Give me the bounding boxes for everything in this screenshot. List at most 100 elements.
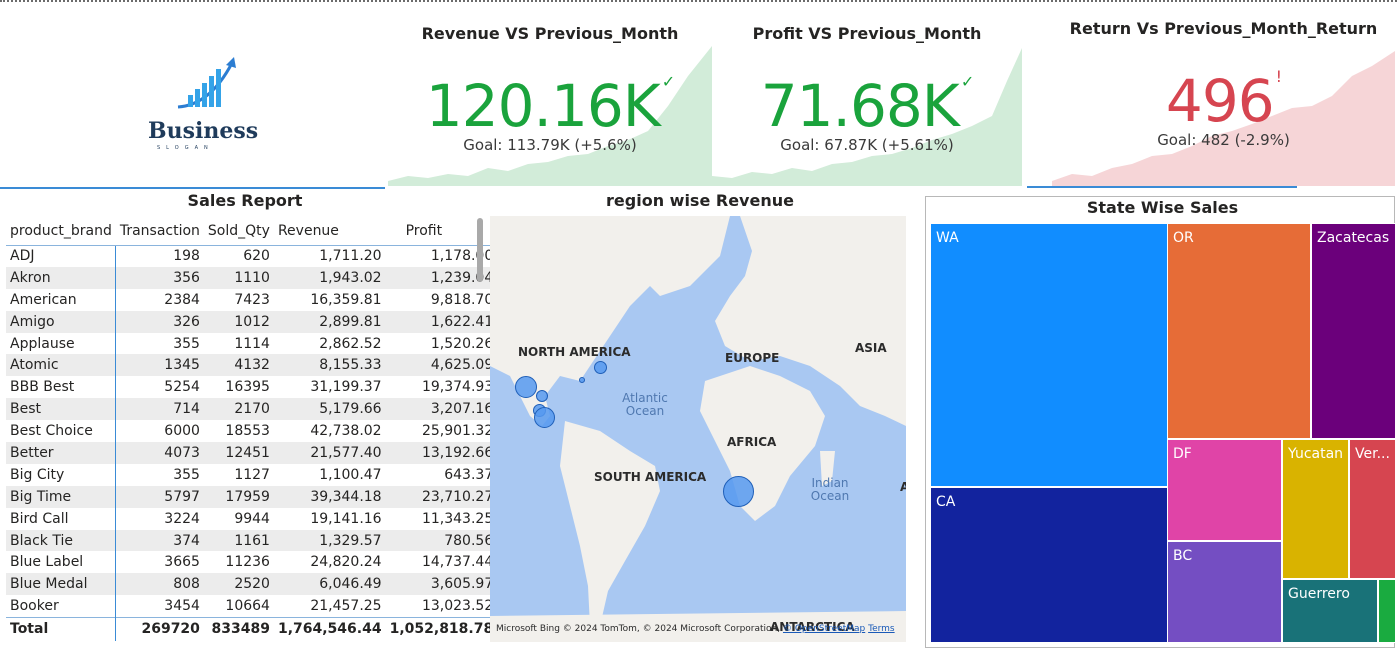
table-row[interactable]: Booker 3454 10664 21,457.25 13,023.52 xyxy=(6,595,497,618)
treemap-tile-yucatan[interactable]: Yucatan xyxy=(1282,439,1349,579)
value-cell: 6000 xyxy=(164,423,200,440)
value-cell: 9,818.70 xyxy=(430,291,494,308)
value-cell: 5797 xyxy=(115,485,204,508)
table-row[interactable]: Big City 355 1127 1,100.47 643.37 xyxy=(6,463,497,486)
value-cell: 2520 xyxy=(203,573,274,596)
value-cell: 1,329.57 xyxy=(273,529,386,552)
brand-cell: Best xyxy=(6,398,117,421)
value-cell: 355 xyxy=(173,466,200,483)
region-map[interactable]: NORTH AMERICA EUROPE ASIA AFRICA SOUTH A… xyxy=(490,216,906,642)
kpi-value: 71.68K ✓ xyxy=(760,72,975,140)
section-divider xyxy=(0,187,385,189)
brand-cell: Big City xyxy=(6,463,117,486)
total-value: 833489 xyxy=(203,616,274,642)
value-cell: 198 xyxy=(173,248,200,265)
table-row[interactable]: Blue Medal 808 2520 6,046.49 3,605.97 xyxy=(6,573,498,596)
world-land-shapes xyxy=(490,216,906,642)
table-row[interactable]: Bird Call 3224 9944 19,141.16 11,343.25 xyxy=(6,507,497,530)
value-cell: 374 xyxy=(115,529,204,552)
table-row[interactable]: Best 714 2170 5,179.66 3,207.16 xyxy=(6,398,498,421)
revenue-bubble[interactable] xyxy=(515,376,537,398)
continent-label: NORTH AMERICA xyxy=(518,345,631,359)
brand-cell: Best Choice xyxy=(6,420,117,443)
continent-label: ASIA xyxy=(855,341,887,355)
brand-cell: BBB Best xyxy=(6,376,117,399)
value-cell: 1012 xyxy=(203,310,274,333)
brand-cell: Better xyxy=(6,442,117,464)
kpi-goal: Goal: 113.79K (+5.6%) xyxy=(463,136,637,154)
value-cell: 9944 xyxy=(234,510,270,527)
treemap-tile-zacatecas[interactable]: Zacatecas xyxy=(1311,223,1396,439)
table-row[interactable]: Blue Label 3665 11236 24,820.24 14,737.44 xyxy=(6,551,497,574)
value-cell: 1,943.02 xyxy=(273,266,386,289)
value-cell: 1114 xyxy=(234,335,270,352)
value-cell: 5254 xyxy=(164,379,200,396)
treemap-tile-guerrero[interactable]: Guerrero xyxy=(1282,579,1378,643)
revenue-bubble[interactable] xyxy=(594,361,607,374)
value-cell: 3,207.16 xyxy=(385,398,498,421)
kpi-card-revenue[interactable]: Revenue VS Previous_Month 120.16K ✓ Goal:… xyxy=(388,10,712,186)
column-header[interactable]: Transaction xyxy=(115,217,204,246)
revenue-bubble[interactable] xyxy=(723,476,754,507)
value-cell: 23,710.27 xyxy=(385,485,498,508)
table-row[interactable]: Black Tie 374 1161 1,329.57 780.56 xyxy=(6,529,498,552)
table-row[interactable]: Big Time 5797 17959 39,344.18 23,710.27 xyxy=(6,485,498,508)
brand-cell: Black Tie xyxy=(6,529,117,552)
value-cell: 5,179.66 xyxy=(273,398,386,421)
value-cell: 39,344.18 xyxy=(273,485,386,508)
sales-report-table[interactable]: product_brand Transaction Sold_Qty Reven… xyxy=(6,217,498,642)
table-row[interactable]: Atomic 1345 4132 8,155.33 4,625.09 xyxy=(6,354,498,377)
treemap-tile-small[interactable] xyxy=(1378,579,1396,643)
table-scrollbar[interactable] xyxy=(477,218,483,282)
treemap-tile-or[interactable]: OR xyxy=(1167,223,1311,439)
value-cell: 13,192.66 xyxy=(385,442,498,464)
terms-link[interactable]: Terms xyxy=(868,624,895,634)
value-cell: 1110 xyxy=(203,266,274,289)
value-cell: 1,520.26 xyxy=(430,335,494,352)
revenue-bubble[interactable] xyxy=(579,377,585,383)
value-cell: 3224 xyxy=(164,510,200,527)
treemap-tile-wa[interactable]: WA xyxy=(930,223,1168,487)
kpi-title: Return Vs Previous_Month_Return xyxy=(1069,19,1378,38)
total-label: Total xyxy=(6,616,117,642)
brand-cell: Akron xyxy=(6,266,117,289)
value-cell: 326 xyxy=(115,310,204,333)
value-cell: 1,711.20 xyxy=(319,248,382,265)
treemap-tile-bc[interactable]: BC xyxy=(1167,541,1282,643)
value-cell: 643.37 xyxy=(444,466,494,483)
column-header[interactable]: product_brand xyxy=(6,217,116,246)
value-cell: 11236 xyxy=(225,554,270,571)
osm-link[interactable]: © OpenStreetMap xyxy=(783,624,865,634)
table-row[interactable]: ADJ 198 620 1,711.20 1,178.00 xyxy=(6,245,497,267)
table-row[interactable]: Better 4073 12451 21,577.40 13,192.66 xyxy=(6,442,498,464)
column-header[interactable]: Revenue xyxy=(273,217,386,246)
continent-label: SOUTH AMERICA xyxy=(594,470,707,484)
table-row[interactable]: American 2384 7423 16,359.81 9,818.70 xyxy=(6,288,497,311)
value-cell: 4132 xyxy=(203,354,274,377)
revenue-bubble[interactable] xyxy=(536,390,548,402)
value-cell: 31,199.37 xyxy=(310,379,382,396)
table-row[interactable]: BBB Best 5254 16395 31,199.37 19,374.93 xyxy=(6,376,497,399)
table-row[interactable]: Applause 355 1114 2,862.52 1,520.26 xyxy=(6,332,497,355)
kpi-value: 120.16K ✓ xyxy=(425,72,675,140)
value-cell: 17959 xyxy=(203,485,274,508)
treemap-tile-ca[interactable]: CA xyxy=(930,487,1168,643)
value-cell: 6,046.49 xyxy=(273,573,386,596)
table-row[interactable]: Amigo 326 1012 2,899.81 1,622.41 xyxy=(6,310,498,333)
value-cell: 16,359.81 xyxy=(310,291,382,308)
kpi-card-profit[interactable]: Profit VS Previous_Month 71.68K ✓ Goal: 6… xyxy=(712,10,1022,186)
value-cell: 355 xyxy=(173,335,200,352)
treemap-tile-df[interactable]: DF xyxy=(1167,439,1282,541)
map-credit: Microsoft Bing © 2024 TomTom, © 2024 Mic… xyxy=(496,624,895,634)
table-row[interactable]: Akron 356 1110 1,943.02 1,239.04 xyxy=(6,266,498,289)
treemap-tile-veracruz[interactable]: Ver... xyxy=(1349,439,1396,579)
column-header[interactable]: Sold_Qty xyxy=(203,217,274,246)
kpi-card-return[interactable]: Return Vs Previous_Month_Return 496! Goa… xyxy=(1052,10,1395,186)
kpi-title: Profit VS Previous_Month xyxy=(752,24,982,43)
ocean-label: Atlantic Ocean xyxy=(622,391,668,418)
value-cell: 4073 xyxy=(115,442,204,464)
value-cell: 2384 xyxy=(164,291,200,308)
revenue-bubble[interactable] xyxy=(534,407,555,428)
table-row[interactable]: Best Choice 6000 18553 42,738.02 25,901.32 xyxy=(6,420,497,443)
continent-label: EUROPE xyxy=(725,351,780,365)
